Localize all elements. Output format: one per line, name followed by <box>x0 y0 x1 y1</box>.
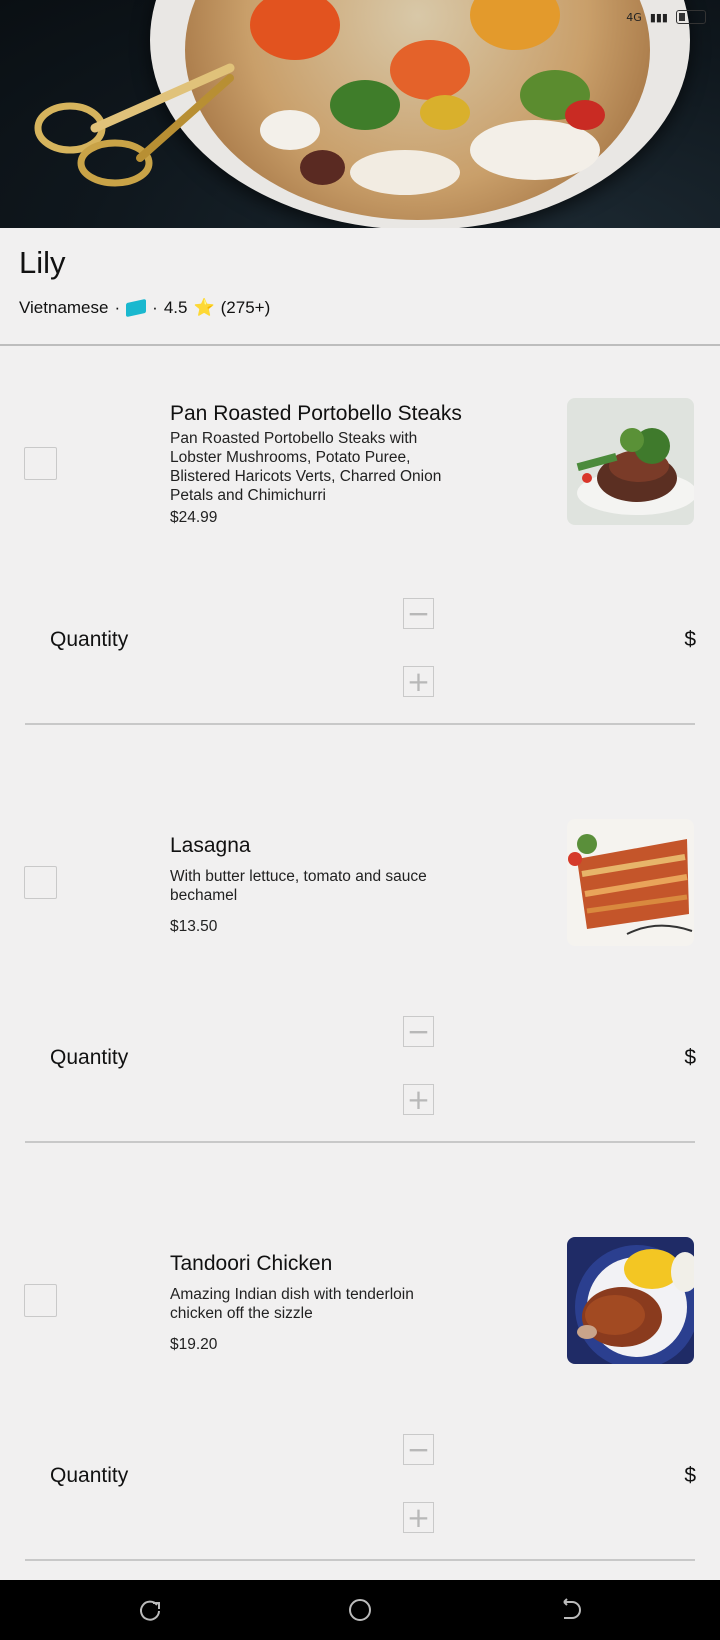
item-description: With butter lettuce, tomato and sauce be… <box>170 868 427 904</box>
item-total: $ <box>684 1046 696 1069</box>
item-total: $ <box>684 628 696 651</box>
quantity-label: Quantity <box>50 1464 129 1487</box>
decrease-quantity-button[interactable]: − <box>403 598 434 629</box>
restaurant-name: Lily <box>19 245 66 280</box>
increase-quantity-button[interactable]: + <box>403 1084 434 1115</box>
cuisine-label: Vietnamese <box>19 298 109 317</box>
item-total: $ <box>684 1464 696 1487</box>
item-divider <box>25 723 695 725</box>
item-image <box>567 1237 694 1364</box>
item-checkbox[interactable] <box>24 866 57 899</box>
scissors-image <box>34 63 235 187</box>
separator: · <box>152 298 158 317</box>
item-title: Lasagna <box>170 834 251 857</box>
cuisine-tag-icon <box>126 298 147 318</box>
item-price: $19.20 <box>170 1336 218 1353</box>
increase-quantity-button[interactable]: + <box>403 1502 434 1533</box>
item-checkbox[interactable] <box>24 1284 57 1317</box>
restaurant-meta: Vietnamese · · 4.5 ⭐ (275+) <box>19 298 270 318</box>
item-checkbox[interactable] <box>24 447 57 480</box>
star-icon: ⭐ <box>193 298 215 317</box>
item-price: $13.50 <box>170 918 218 935</box>
decrease-quantity-button[interactable]: − <box>403 1434 434 1465</box>
item-description: Pan Roasted Portobello Steaks with Lobst… <box>170 430 442 504</box>
rating-value: 4.5 <box>163 298 188 317</box>
increase-quantity-button[interactable]: + <box>403 666 434 697</box>
network-label: 4G <box>626 10 642 24</box>
separator: · <box>114 298 121 317</box>
system-nav-bar <box>0 1580 720 1640</box>
item-title: Tandoori Chicken <box>170 1252 333 1275</box>
battery-icon <box>676 10 706 24</box>
menu-item: Pan Roasted Portobello Steaks Pan Roaste… <box>0 346 720 764</box>
hero-food-image: 4G ▮▮▮ <box>0 0 720 228</box>
signal-icon: ▮▮▮ <box>649 10 668 24</box>
menu-item: Tandoori Chicken Amazing Indian dish wit… <box>0 1182 720 1600</box>
status-bar: 4G ▮▮▮ <box>626 10 706 24</box>
item-title: Pan Roasted Portobello Steaks <box>170 402 462 425</box>
quantity-label: Quantity <box>50 628 129 651</box>
item-image <box>567 819 694 946</box>
quantity-label: Quantity <box>50 1046 129 1069</box>
item-divider <box>25 1559 695 1561</box>
item-price: $24.99 <box>170 509 218 526</box>
recent-apps-icon[interactable] <box>137 1597 163 1623</box>
item-image <box>567 398 694 525</box>
home-icon[interactable] <box>347 1597 373 1623</box>
decrease-quantity-button[interactable]: − <box>403 1016 434 1047</box>
review-count: (275+) <box>220 298 271 317</box>
item-description: Amazing Indian dish with tenderloin chic… <box>170 1286 414 1322</box>
back-icon[interactable] <box>556 1597 582 1623</box>
item-divider <box>25 1141 695 1143</box>
menu-item: Lasagna With butter lettuce, tomato and … <box>0 764 720 1182</box>
